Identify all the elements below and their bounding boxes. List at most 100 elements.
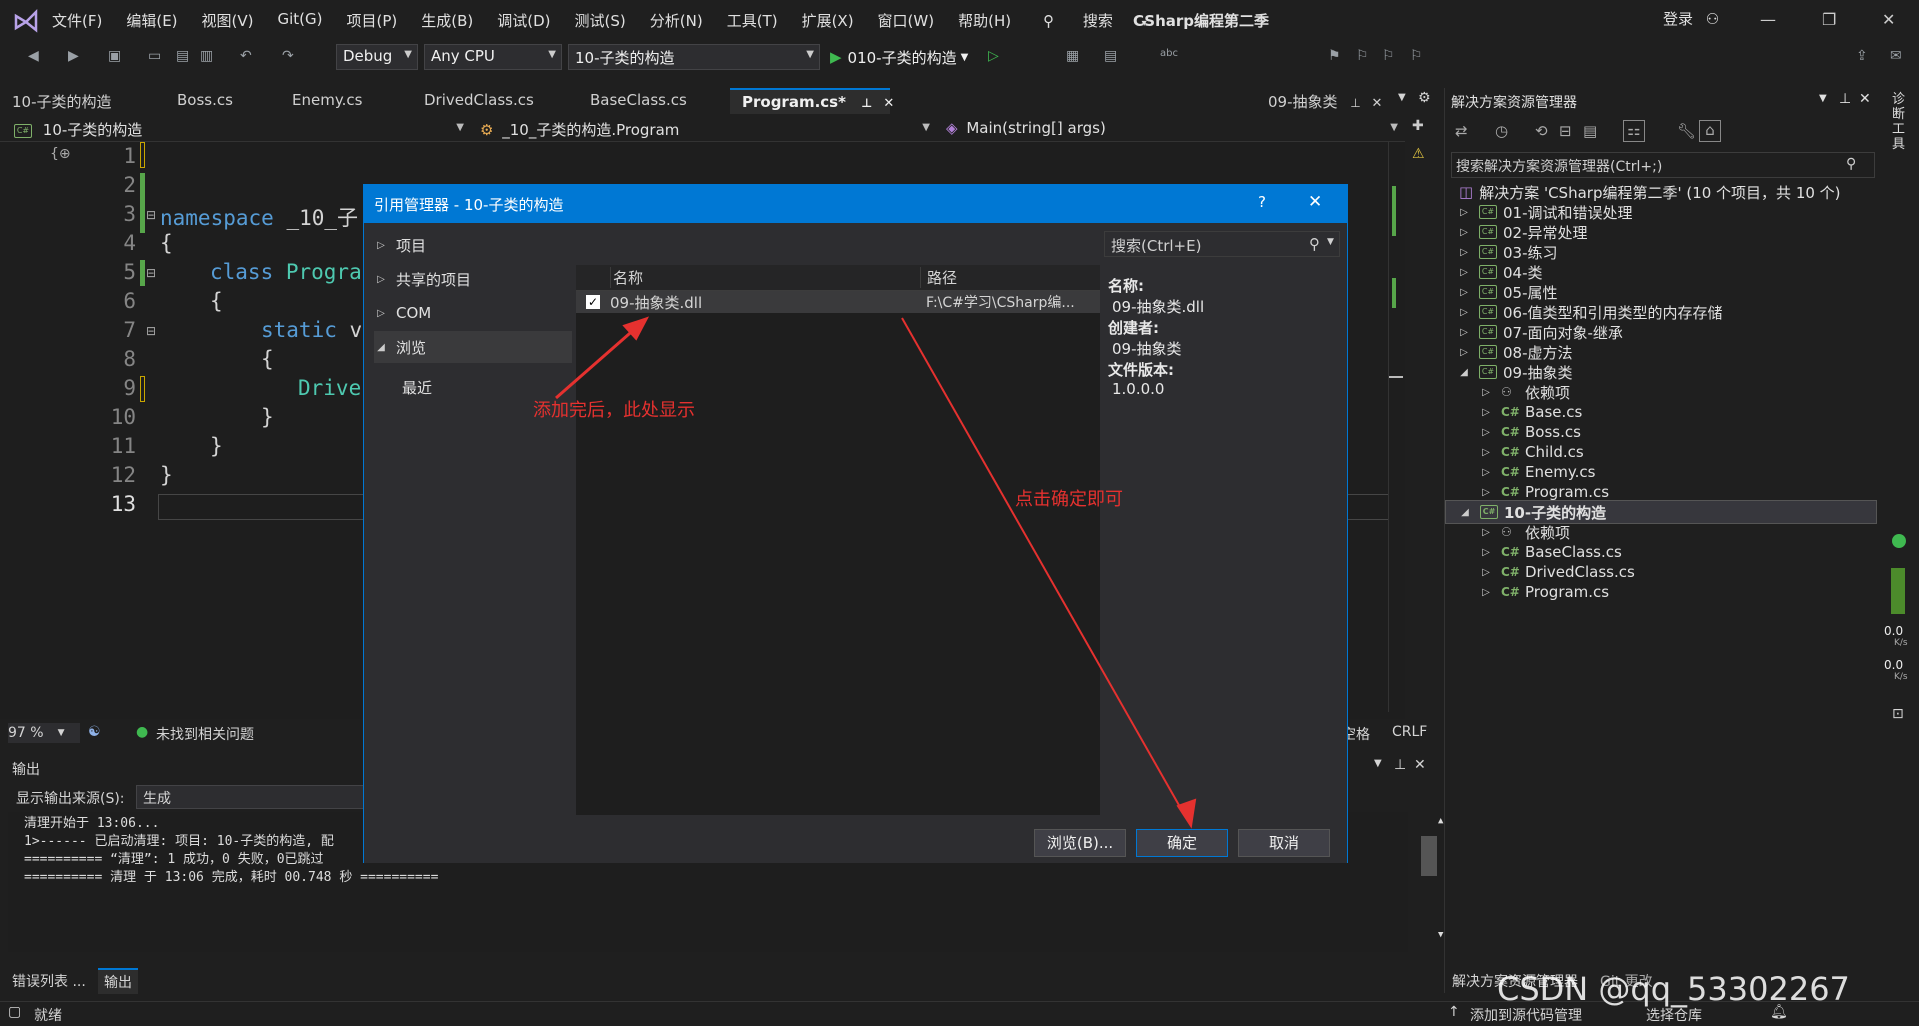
collapse-all-icon[interactable]: ⊟	[1559, 122, 1572, 140]
pin-icon[interactable]: ⊥	[1839, 91, 1851, 107]
output-scrollbar[interactable]: ▲ ▼	[1418, 812, 1443, 942]
expand-icon[interactable]: ▷	[1457, 207, 1471, 218]
redo-icon[interactable]: ↷	[282, 48, 300, 66]
reference-list[interactable]: 名称 路径 ✓ 09-抽象类.dll F:\C#学习\CSharp编...	[576, 265, 1100, 815]
expand-icon[interactable]: ▷	[1457, 227, 1471, 238]
tab-boss[interactable]: Boss.cs	[165, 88, 245, 114]
expand-icon[interactable]: ▷	[1457, 347, 1471, 358]
minimize-button[interactable]: —	[1760, 10, 1776, 29]
expand-icon[interactable]: ▷	[1479, 547, 1493, 558]
tab-baseclass[interactable]: BaseClass.cs	[578, 88, 699, 114]
menu-edit[interactable]: 编辑(E)	[126, 10, 177, 31]
restore-button[interactable]: ❐	[1822, 10, 1836, 29]
expand-icon[interactable]: ▷	[1457, 287, 1471, 298]
nav-project-select[interactable]: C# 10-子类的构造 ▼	[8, 117, 468, 141]
help-button[interactable]: ?	[1258, 193, 1266, 211]
menu-tools[interactable]: 工具(T)	[727, 10, 778, 31]
folder-icon[interactable]: ▦	[1066, 48, 1084, 66]
pin-icon[interactable]: ⊥	[1350, 96, 1360, 110]
expand-icon[interactable]: ▷	[1479, 567, 1493, 578]
menu-debug[interactable]: 调试(D)	[497, 10, 550, 31]
nav-projects[interactable]: ▷ 项目	[374, 229, 574, 261]
new-project-icon[interactable]: ▣	[108, 48, 126, 66]
expand-icon[interactable]: ▷	[1479, 407, 1493, 418]
feedback-icon[interactable]: ✉	[1890, 48, 1908, 66]
scroll-down-icon[interactable]: ▼	[1422, 930, 1443, 948]
reference-checkbox[interactable]: ✓	[586, 295, 600, 309]
start-without-debugging-icon[interactable]: ▷	[988, 48, 1006, 66]
nav-member-select[interactable]: ◈ Main(string[] args) ▼	[940, 117, 1402, 141]
pending-changes-icon[interactable]: ◷	[1495, 122, 1508, 140]
expand-icon[interactable]: ▷	[1457, 247, 1471, 258]
tab-output[interactable]: 输出	[98, 968, 138, 994]
expand-icon[interactable]: ▷	[1479, 387, 1493, 398]
bookmark-icon[interactable]: ⚑	[1328, 48, 1346, 66]
login-button[interactable]: 登录 ⚇	[1663, 8, 1719, 29]
add-to-source-control-button[interactable]: 添加到源代码管理	[1470, 1005, 1582, 1025]
nav-com[interactable]: ▷ COM	[374, 297, 574, 329]
close-icon[interactable]: ✕	[1308, 192, 1322, 212]
expand-icon[interactable]: ▷	[1479, 427, 1493, 438]
show-all-files-icon[interactable]: ▤	[1583, 122, 1597, 140]
close-icon[interactable]: ✕	[1414, 757, 1426, 773]
gear-icon[interactable]: ⚙	[1418, 90, 1431, 106]
close-icon[interactable]: ✕	[883, 96, 894, 111]
bookmark-prev-icon[interactable]: ⚐	[1356, 48, 1374, 66]
camera-icon[interactable]: ⊡	[1892, 706, 1904, 722]
select-repository-button[interactable]: 选择仓库	[1646, 1005, 1702, 1025]
expand-icon[interactable]: ▷	[1479, 467, 1493, 478]
scroll-thumb[interactable]	[1421, 836, 1437, 876]
expand-icon[interactable]: ▷	[1479, 487, 1493, 498]
chevron-down-icon[interactable]: ▼	[1374, 758, 1382, 769]
expand-icon[interactable]: ▷	[1457, 267, 1471, 278]
sync-icon[interactable]: ⇄	[1455, 122, 1468, 140]
collapse-icon[interactable]: ◢	[1458, 507, 1472, 518]
line-ending-status[interactable]: CRLF	[1392, 724, 1427, 740]
notification-icon[interactable]: ▢	[8, 1004, 21, 1020]
tab-project[interactable]: 10-子类的构造	[0, 88, 124, 114]
menu-help[interactable]: 帮助(H)	[958, 10, 1011, 31]
menu-build[interactable]: 生成(B)	[421, 10, 473, 31]
wrench-icon[interactable]: 🔧︎	[1677, 122, 1696, 140]
collapse-icon[interactable]: ⊟	[146, 324, 156, 338]
issues-status[interactable]: 未找到相关问题	[156, 724, 254, 744]
tab-program[interactable]: Program.cs* ⊥ ✕	[730, 88, 894, 114]
menu-test[interactable]: 测试(S)	[575, 10, 626, 31]
code-lens-icon[interactable]: {⊕	[50, 146, 71, 162]
close-icon[interactable]: ✕	[1859, 91, 1871, 107]
pin-icon[interactable]: ⊥	[861, 96, 872, 110]
output-source-select[interactable]: 生成	[136, 785, 366, 809]
save-icon[interactable]: ▤	[176, 48, 194, 66]
menu-view[interactable]: 视图(V)	[202, 10, 254, 31]
menu-git[interactable]: Git(G)	[278, 10, 323, 31]
share-icon[interactable]: ⇪	[1856, 48, 1874, 66]
tab-error-list[interactable]: 错误列表 ...	[12, 971, 86, 991]
solution-explorer-search[interactable]: 搜索解决方案资源管理器(Ctrl+;) ⚲	[1451, 152, 1875, 178]
expand-icon[interactable]: ▷	[1457, 307, 1471, 318]
tab-drivedclass[interactable]: DrivedClass.cs	[412, 88, 546, 114]
configuration-select[interactable]: Debug ▼	[336, 44, 418, 70]
tab-list-chevron-icon[interactable]: ▼	[1398, 92, 1406, 103]
open-folder-icon[interactable]: ▭	[148, 48, 166, 66]
menu-extensions[interactable]: 扩展(X)	[802, 10, 854, 31]
tree-item[interactable]: ▷ C# Program.cs	[1445, 580, 1877, 604]
layout-icon[interactable]: ▤	[1104, 48, 1122, 66]
menu-analyze[interactable]: 分析(N)	[650, 10, 703, 31]
menu-file[interactable]: 文件(F)	[52, 10, 102, 31]
expand-icon[interactable]: ▷	[1457, 327, 1471, 338]
collapse-icon[interactable]: ⊟	[146, 266, 156, 280]
forward-icon[interactable]: ▶	[68, 48, 86, 66]
column-path[interactable]: 路径	[920, 267, 957, 288]
diagnostic-tools-tab[interactable]: 诊断工具	[1892, 92, 1908, 152]
nav-shared-projects[interactable]: ▷ 共享的项目	[374, 263, 574, 295]
bookmark-next-icon[interactable]: ⚐	[1382, 48, 1400, 66]
list-item[interactable]: ✓ 09-抽象类.dll F:\C#学习\CSharp编...	[576, 291, 1100, 313]
nav-browse[interactable]: ◢ 浏览	[374, 331, 572, 363]
scroll-up-icon[interactable]: ▲	[1422, 816, 1443, 834]
collapse-icon[interactable]: ⊟	[146, 208, 156, 222]
cancel-button[interactable]: 取消	[1238, 829, 1330, 857]
tree-view-icon[interactable]: ⚏	[1623, 120, 1645, 142]
spellcheck-icon[interactable]: abc	[1160, 48, 1178, 66]
zoom-select[interactable]: 97 % ▼	[8, 723, 80, 743]
column-name[interactable]: 名称	[610, 267, 920, 288]
